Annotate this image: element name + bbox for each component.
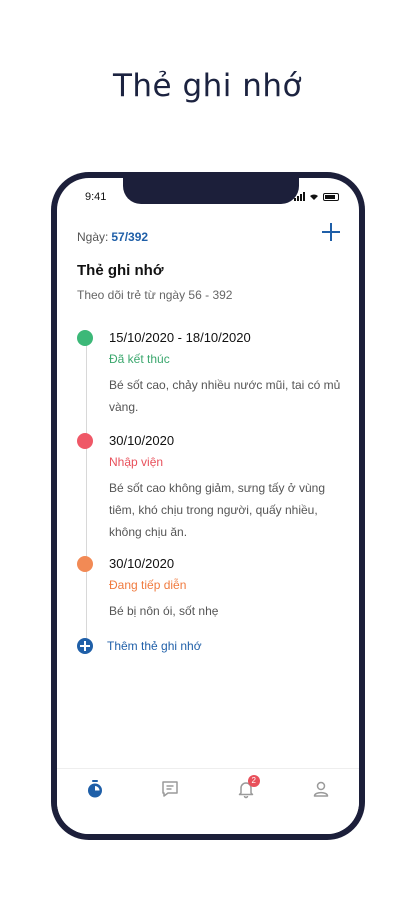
add-memo-button[interactable]: Thêm thẻ ghi nhớ [77, 638, 202, 654]
day-counter: Ngày: 57/392 [77, 230, 148, 244]
status-icons [294, 192, 339, 201]
day-value: 57/392 [111, 230, 149, 244]
entry-date: 30/10/2020 [109, 433, 175, 448]
phone-notch [123, 178, 299, 204]
entry-date: 30/10/2020 [109, 556, 175, 571]
tab-notes[interactable] [150, 779, 190, 809]
timer-icon [87, 780, 102, 798]
timeline-line [86, 338, 87, 638]
add-icon[interactable] [321, 222, 341, 242]
phone-screen: 9:41 Ngày: 57/392 Thẻ ghi nhớ Theo dõi tr… [57, 178, 359, 834]
status-dot [77, 433, 93, 449]
add-memo-label: Thêm thẻ ghi nhớ [107, 639, 202, 653]
entry-status: Đang tiếp diễn [109, 578, 187, 592]
tab-bar: 2 [57, 768, 359, 834]
wifi-icon [310, 193, 318, 200]
entry-description: Bé bị nôn ói, sốt nhẹ [109, 604, 219, 618]
tab-notifications[interactable]: 2 [226, 775, 266, 809]
entry-status: Nhập viện [109, 455, 164, 469]
entry-status: Đã kết thúc [109, 352, 170, 366]
status-dot [77, 556, 93, 572]
status-time: 9:41 [85, 191, 107, 203]
notification-badge: 2 [247, 775, 260, 787]
day-label: Ngày: [77, 230, 109, 244]
entry-description: Bé sốt cao, chảy nhiều nước mũi, tai có … [109, 378, 341, 414]
battery-icon [323, 192, 339, 201]
tab-timer[interactable] [75, 779, 115, 809]
phone-frame: 9:41 Ngày: 57/392 Thẻ ghi nhớ Theo dõi tr… [51, 172, 365, 840]
note-icon [162, 781, 178, 797]
entry-description: Bé sốt cao không giảm, sưng tấy ở vùng t… [109, 481, 326, 539]
add-circle-icon [77, 638, 93, 654]
entry-date: 15/10/2020 - 18/10/2020 [109, 330, 251, 345]
user-icon [314, 781, 329, 797]
tab-profile[interactable] [301, 779, 341, 809]
status-dot [77, 330, 93, 346]
signal-icon [294, 192, 305, 201]
section-title: Thẻ ghi nhớ [77, 262, 164, 279]
page-title: Thẻ ghi nhớ [112, 68, 303, 104]
section-subtitle: Theo dõi trẻ từ ngày 56 - 392 [77, 288, 233, 302]
